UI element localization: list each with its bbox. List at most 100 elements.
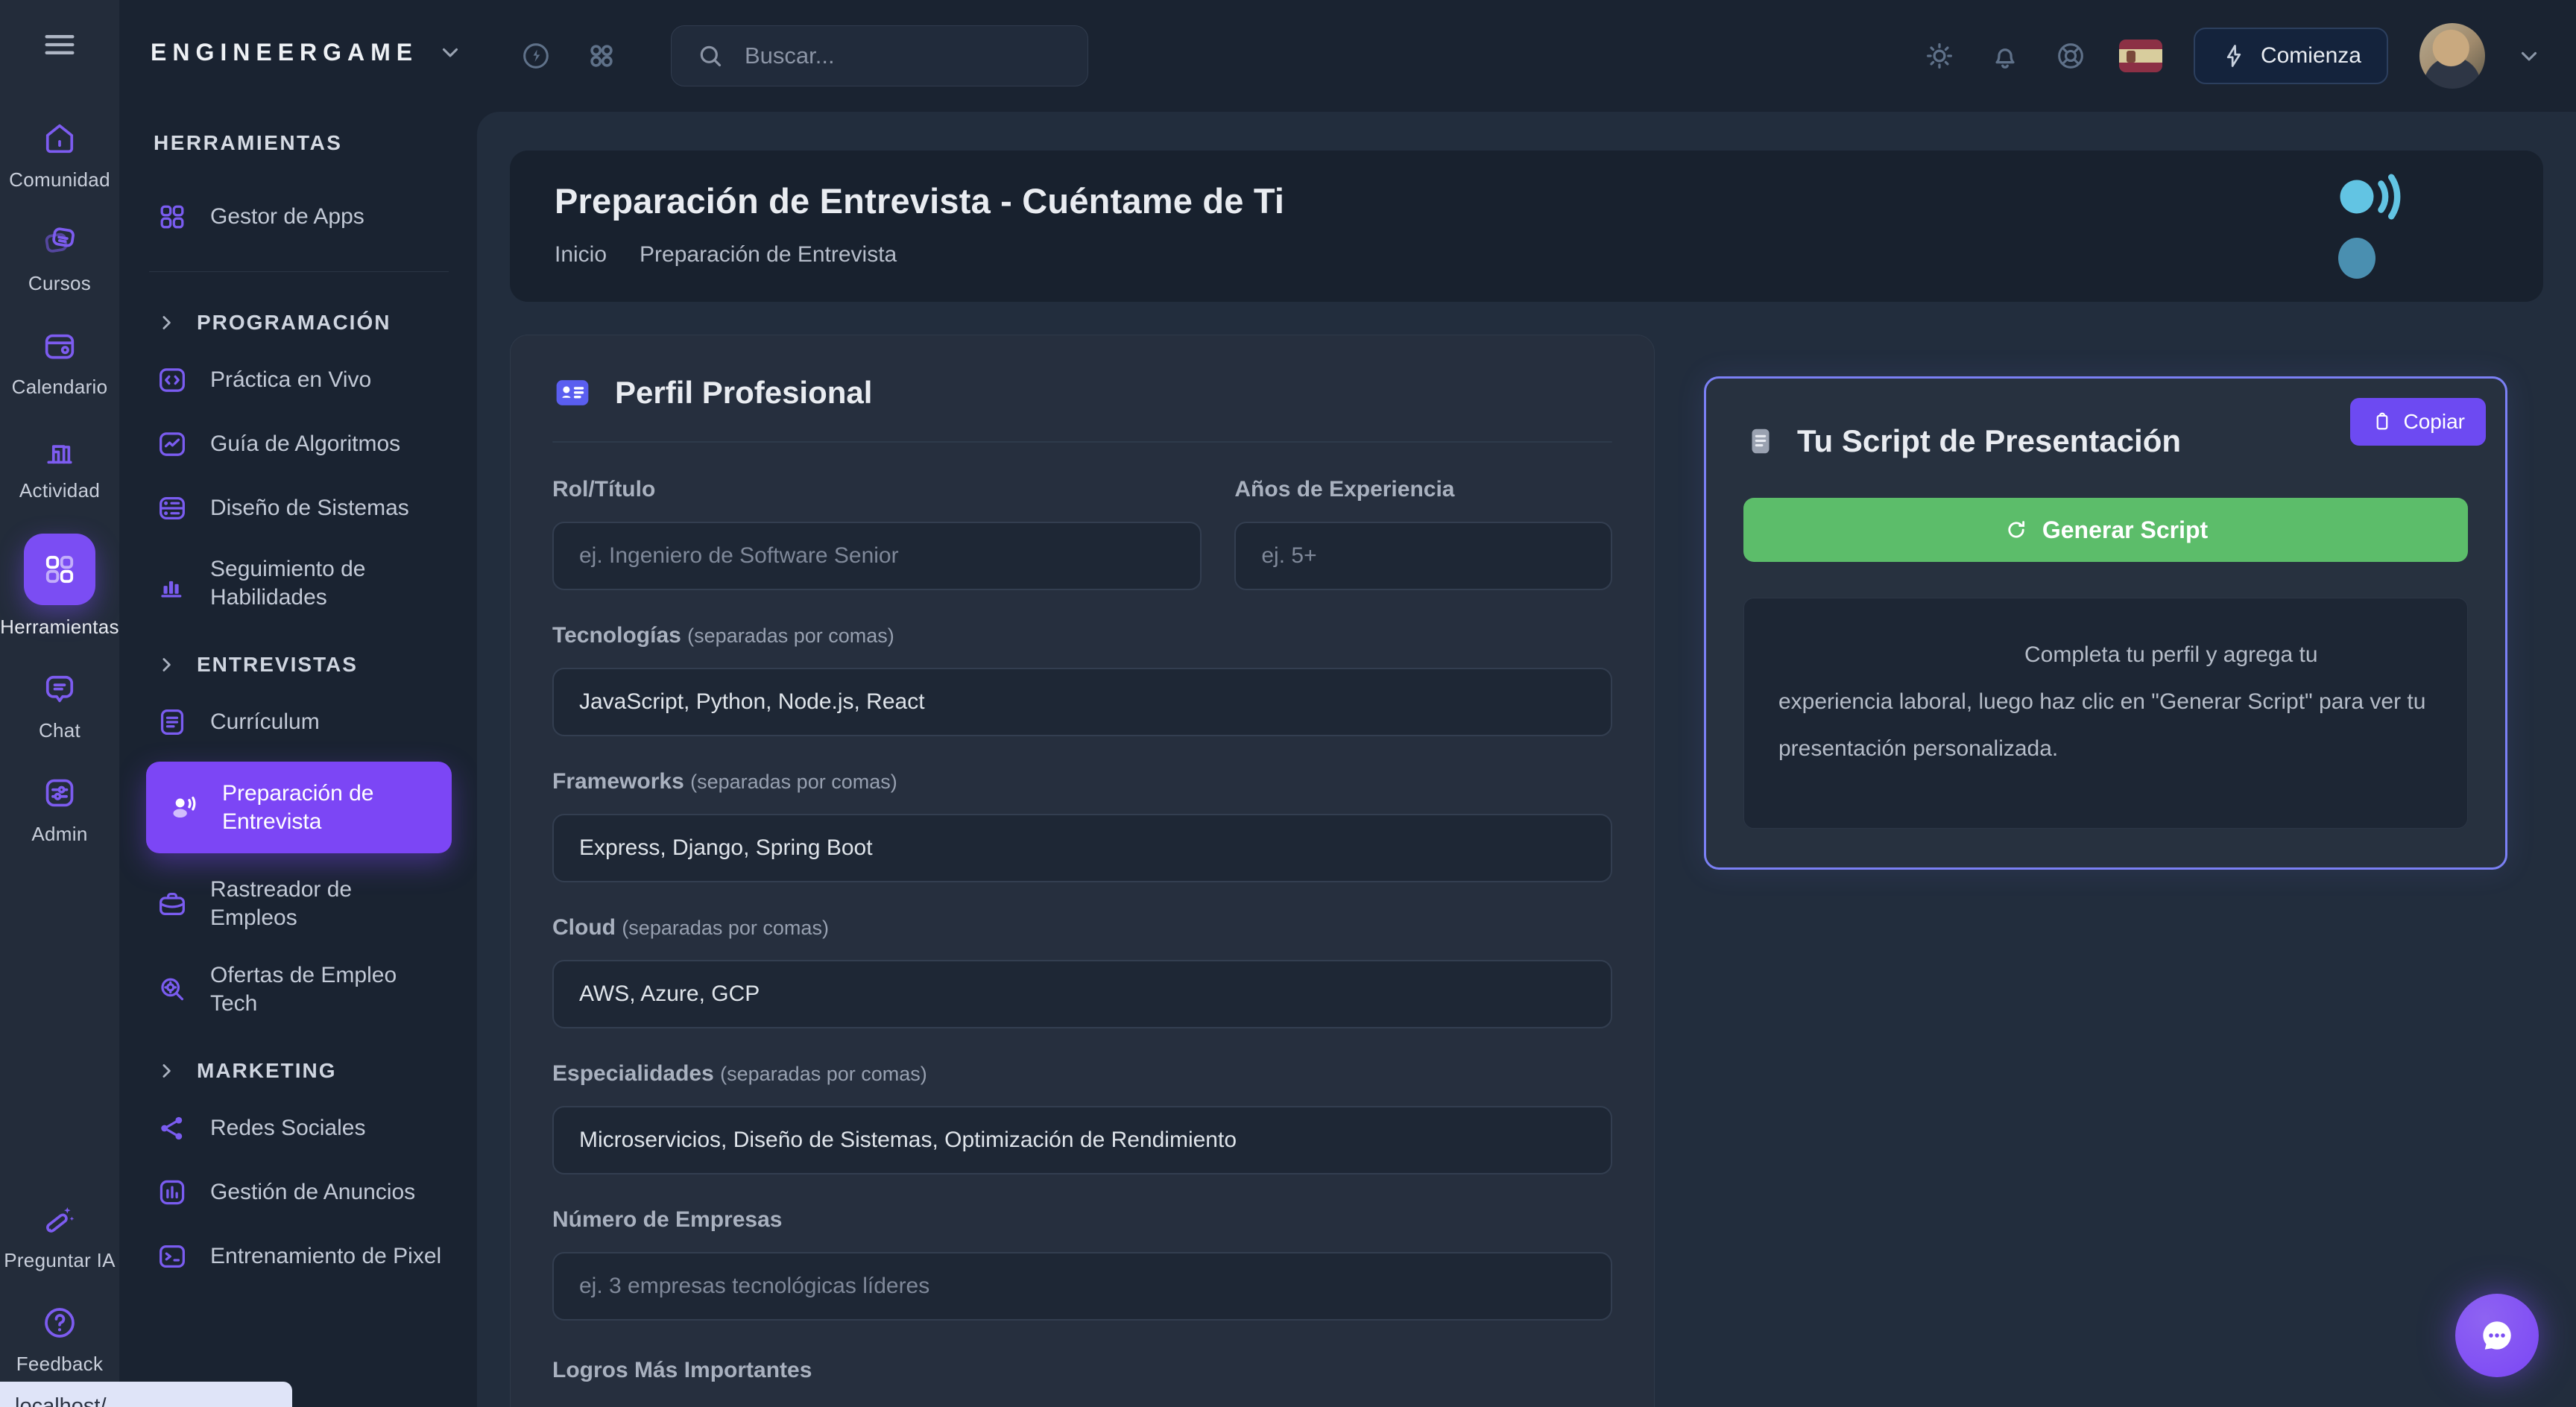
notifications-bell-icon[interactable] xyxy=(1988,39,2022,73)
field-label: Frameworks (separadas por comas) xyxy=(552,769,1612,794)
script-card-title: Tu Script de Presentación xyxy=(1797,423,2181,459)
input-rol[interactable] xyxy=(552,522,1202,590)
rail-item-calendario[interactable]: Calendario xyxy=(12,326,108,399)
input-anos[interactable] xyxy=(1234,522,1612,590)
rail-item-label: Preguntar IA xyxy=(4,1249,116,1272)
bolt-circle-icon[interactable] xyxy=(519,39,553,73)
sidebar-item-label: Currículum xyxy=(210,708,320,736)
comienza-button[interactable]: Comienza xyxy=(2194,28,2388,84)
sidebar-item-entrenamiento-de-pixel[interactable]: Entrenamiento de Pixel xyxy=(146,1224,452,1289)
input-tec[interactable] xyxy=(552,668,1612,736)
sidebar-item-preparación-de-entrevista[interactable]: Preparación de Entrevista xyxy=(146,762,452,853)
sidebar-item-label: Entrenamiento de Pixel xyxy=(210,1242,441,1271)
sidebar-section-entrevistas[interactable]: ENTREVISTAS xyxy=(146,636,452,690)
field-label: Rol/Título xyxy=(552,477,1202,502)
sidebar-item-redes-sociales[interactable]: Redes Sociales xyxy=(146,1096,452,1160)
chat-dots-icon xyxy=(2475,1313,2519,1358)
comienza-label: Comienza xyxy=(2261,43,2361,69)
menu-icon[interactable] xyxy=(40,25,79,64)
search-box[interactable] xyxy=(671,25,1088,86)
page-header-card: Preparación de Entrevista - Cuéntame de … xyxy=(510,151,2543,302)
divider xyxy=(552,441,1612,443)
clipboard-icon xyxy=(2371,411,2393,433)
breadcrumb-inicio[interactable]: Inicio xyxy=(555,242,607,268)
field-label: Número de Empresas xyxy=(552,1207,1612,1233)
chat-icon xyxy=(40,670,79,709)
sidebar-item-label: Diseño de Sistemas xyxy=(210,494,409,522)
sidebar-item-label: Rastreador de Empleos xyxy=(210,876,443,932)
sidebar-item-label: Seguimiento de Habilidades xyxy=(210,555,443,611)
rail-item-label: Chat xyxy=(39,719,80,742)
input-cloud[interactable] xyxy=(552,960,1612,1028)
script-card: Copiar Tu Script de Presentación Generar… xyxy=(1704,376,2507,870)
profile-card-title: Perfil Profesional xyxy=(615,375,872,411)
rail-item-label: Calendario xyxy=(12,376,108,399)
field-rol: Rol/Título xyxy=(552,477,1202,590)
copy-button-label: Copiar xyxy=(2404,410,2465,434)
help-lifering-icon[interactable] xyxy=(2053,39,2088,73)
rail-item-comunidad[interactable]: Comunidad xyxy=(9,119,110,192)
sidebar-item-diseño-de-sistemas[interactable]: Diseño de Sistemas xyxy=(146,476,452,540)
home-icon xyxy=(40,119,79,158)
apps-circles-icon[interactable] xyxy=(583,37,620,75)
chevron-right-icon xyxy=(155,654,177,676)
chevron-down-icon[interactable] xyxy=(438,39,463,65)
share-icon xyxy=(155,1111,189,1145)
theme-sun-icon[interactable] xyxy=(1922,39,1957,73)
sidebar-heading: HERRAMIENTAS xyxy=(154,131,452,155)
sidebar-item-guía-de-algoritmos[interactable]: Guía de Algoritmos xyxy=(146,412,452,476)
language-flag-spain[interactable] xyxy=(2119,39,2162,72)
copy-button[interactable]: Copiar xyxy=(2350,398,2486,446)
rail-item-admin[interactable]: Admin xyxy=(31,774,87,846)
sidebar-section-programación[interactable]: PROGRAMACIÓN xyxy=(146,294,452,348)
sidebar-item-currículum[interactable]: Currículum xyxy=(146,690,452,754)
field-tec: Tecnologías (separadas por comas) xyxy=(552,623,1612,736)
search-input[interactable] xyxy=(745,42,1064,69)
grid-icon xyxy=(24,534,95,605)
field-label: Tecnologías (separadas por comas) xyxy=(552,623,1612,648)
rail-item-cursos[interactable]: Cursos xyxy=(28,223,91,295)
document-icon xyxy=(1743,424,1778,458)
rail-item-label: Comunidad xyxy=(9,168,110,192)
sidebar-item-gestión-de-anuncios[interactable]: Gestión de Anuncios xyxy=(146,1160,452,1224)
activity-icon xyxy=(40,430,79,469)
input-esp[interactable] xyxy=(552,1106,1612,1174)
sidebar-item-label: Gestor de Apps xyxy=(210,203,364,231)
brand-row: ENGINEERGAME xyxy=(119,0,477,104)
avatar-chevron-down-icon[interactable] xyxy=(2516,43,2542,69)
brand-logo: ENGINEERGAME xyxy=(151,39,418,66)
sidebar-divider xyxy=(149,271,449,272)
input-num[interactable] xyxy=(552,1252,1612,1321)
rail-item-preguntar-ia[interactable]: Preguntar IA xyxy=(4,1200,116,1272)
sidebar-item-label: Ofertas de Empleo Tech xyxy=(210,961,443,1017)
sliders-icon xyxy=(40,774,79,812)
rail-item-herramientas[interactable]: Herramientas xyxy=(0,534,119,639)
sidebar-item-seguimiento-de-habilidades[interactable]: Seguimiento de Habilidades xyxy=(146,540,452,626)
sidebar-item-gestor-de-apps[interactable]: Gestor de Apps xyxy=(146,185,452,249)
code-icon xyxy=(155,363,189,397)
filetext-icon xyxy=(155,705,189,739)
rail-item-feedback[interactable]: Feedback xyxy=(16,1303,104,1376)
trending-icon xyxy=(155,427,189,461)
breadcrumb: Inicio Preparación de Entrevista xyxy=(555,242,2498,268)
user-avatar[interactable] xyxy=(2419,23,2485,89)
sidebar-item-rastreador-de-empleos[interactable]: Rastreador de Empleos xyxy=(146,861,452,946)
sidebar-section-label: PROGRAMACIÓN xyxy=(197,311,391,335)
chat-fab-button[interactable] xyxy=(2455,1294,2539,1377)
terminal-icon xyxy=(155,1239,189,1274)
profile-fields: Rol/TítuloAños de ExperienciaTecnologías… xyxy=(552,477,1612,1353)
sidebar-section-label: MARKETING xyxy=(197,1059,337,1083)
rail-item-actividad[interactable]: Actividad xyxy=(19,430,100,502)
field-label: Especialidades (separadas por comas) xyxy=(552,1061,1612,1087)
rail-item-chat[interactable]: Chat xyxy=(39,670,80,742)
refresh-icon xyxy=(2004,517,2029,543)
generate-script-label: Generar Script xyxy=(2042,516,2208,544)
sidebar-item-ofertas-de-empleo-tech[interactable]: Ofertas de Empleo Tech xyxy=(146,946,452,1032)
sidebar-section-marketing[interactable]: MARKETING xyxy=(146,1043,452,1096)
field-fw: Frameworks (separadas por comas) xyxy=(552,769,1612,882)
input-fw[interactable] xyxy=(552,814,1612,882)
sidebar-item-práctica-en-vivo[interactable]: Práctica en Vivo xyxy=(146,348,452,412)
generate-script-button[interactable]: Generar Script xyxy=(1743,498,2468,562)
sidebar-section-label: ENTREVISTAS xyxy=(197,653,358,677)
browser-status-bar: localhost/… xyxy=(0,1382,292,1407)
